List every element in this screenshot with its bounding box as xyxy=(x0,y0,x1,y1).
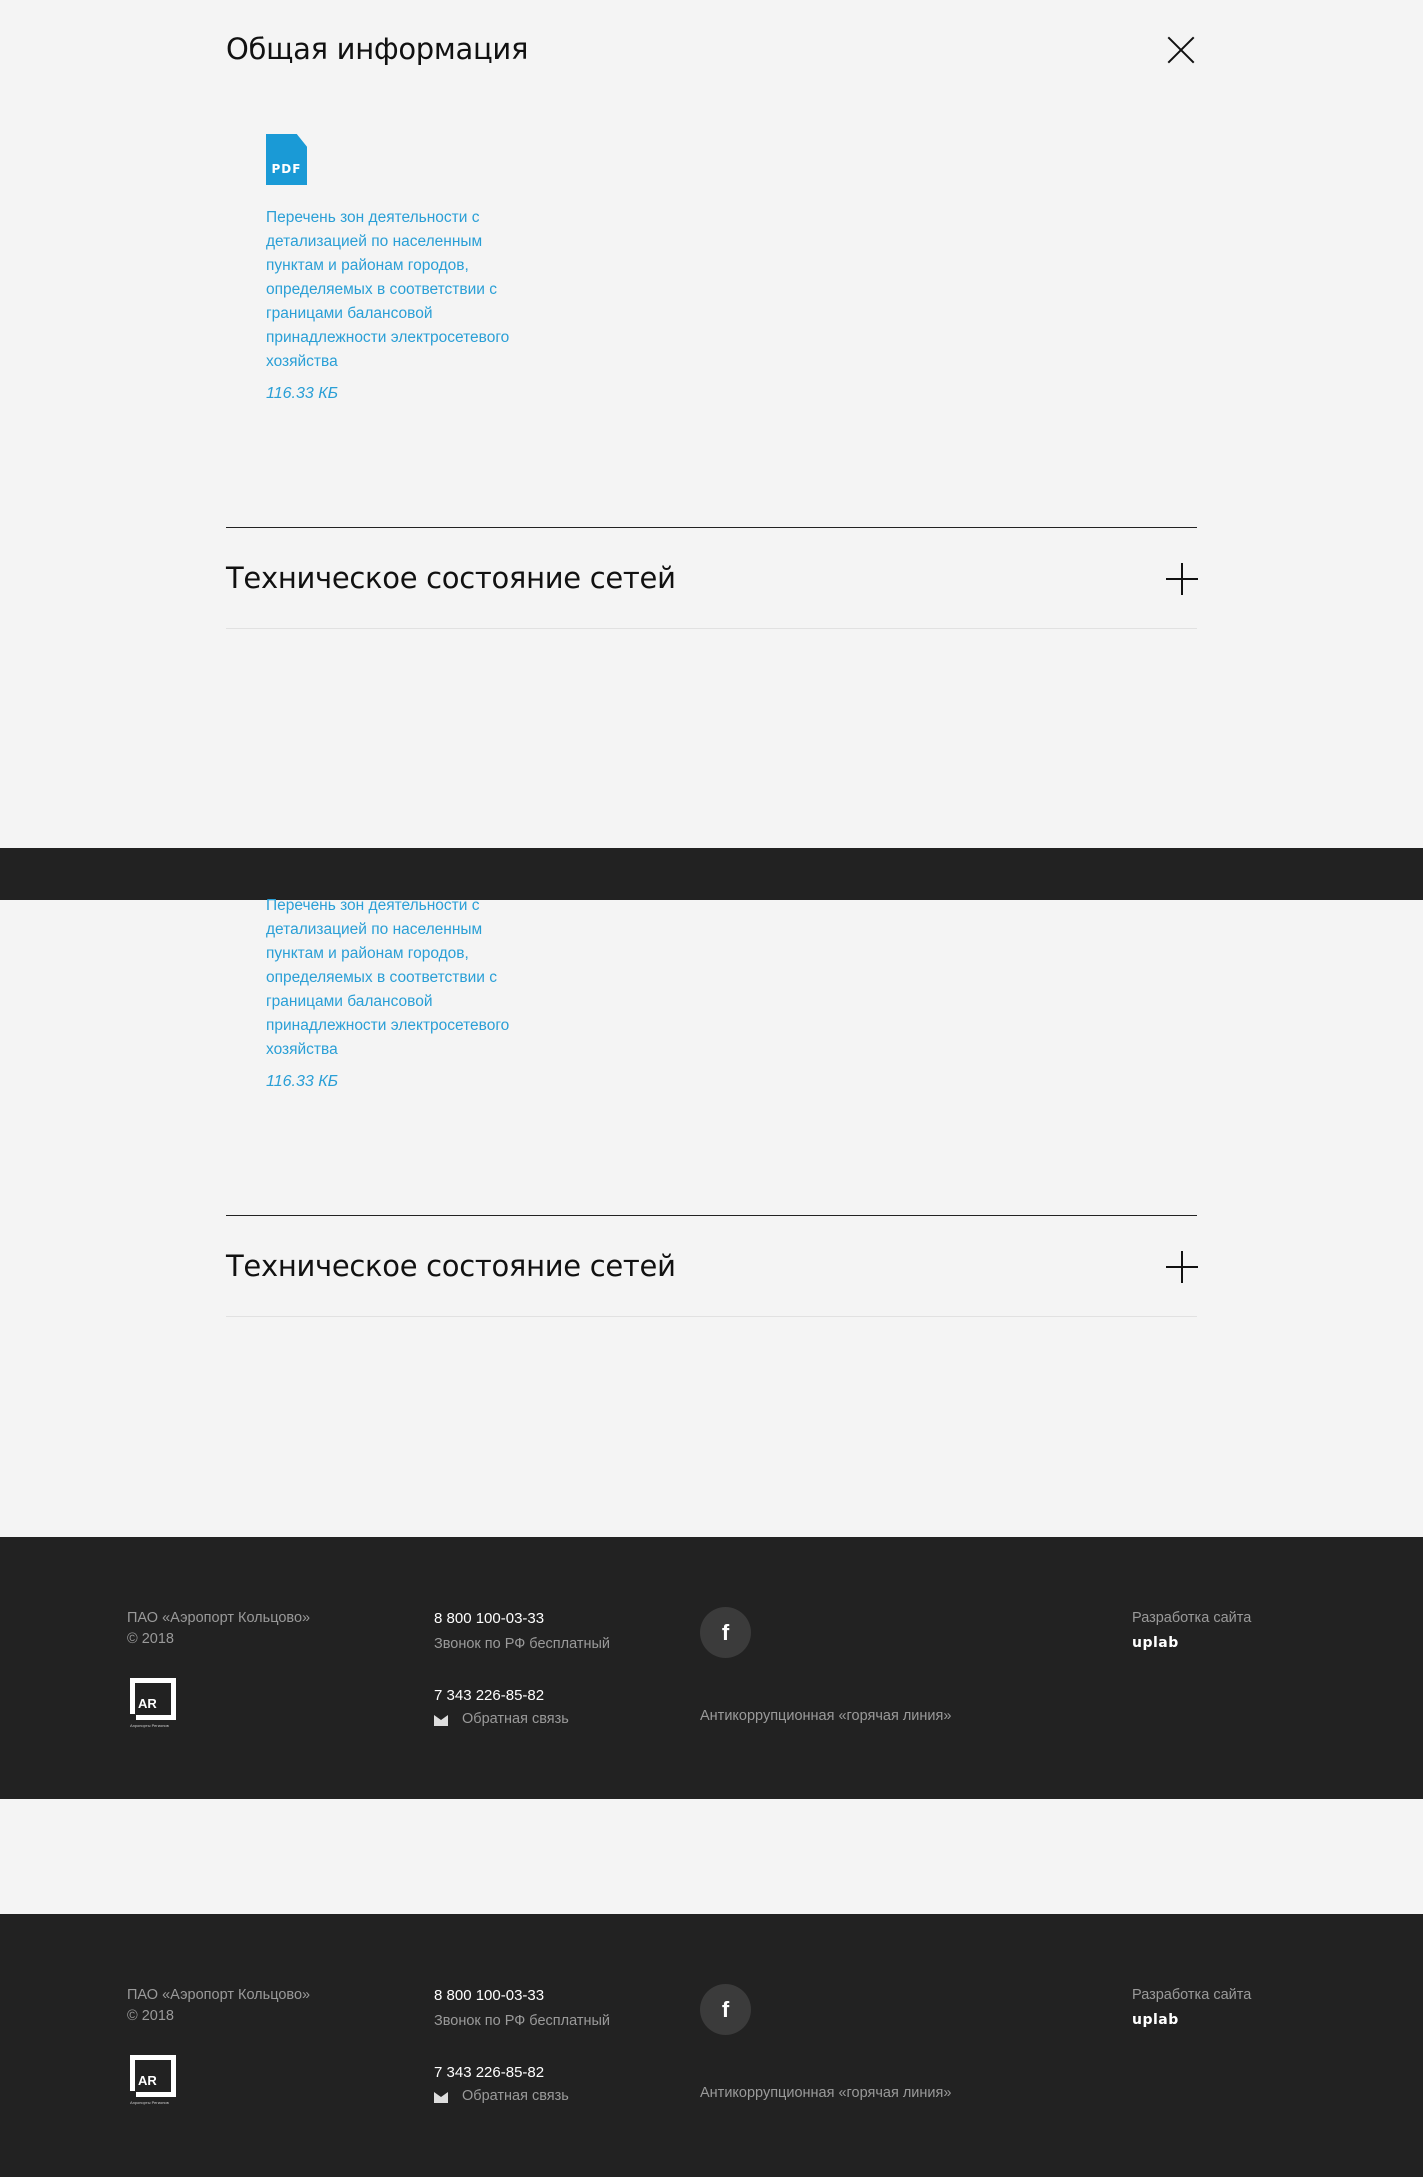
footer-company: ПАО «Аэропорт Кольцово» xyxy=(127,1610,311,1626)
phone-free-link[interactable]: 8 800 100-03-33 xyxy=(434,1610,544,1627)
logo-text: AR xyxy=(138,1696,157,1711)
accordion-divider-top xyxy=(226,527,1197,528)
accordion-title-network-state[interactable]: Техническое состояние сетей xyxy=(226,1249,676,1283)
accordion-title-network-state[interactable]: Техническое состояние сетей xyxy=(226,561,676,595)
footer-copyright: © 2018 xyxy=(127,2008,174,2024)
hotline-link[interactable]: Антикоррупционная «горячая линия» xyxy=(700,1708,951,1724)
footer: ПАО «Аэропорт Кольцово» © 2018 AR Аэропо… xyxy=(0,1537,1423,1799)
phone-free-link[interactable]: 8 800 100-03-33 xyxy=(434,1987,544,2004)
document-link[interactable]: Перечень зон деятельности с детализацией… xyxy=(266,206,536,374)
company-logo[interactable]: AR Аэропорты Регионов xyxy=(128,1678,176,1730)
hotline-link[interactable]: Антикоррупционная «горячая линия» xyxy=(700,2085,951,2101)
footer-company: ПАО «Аэропорт Кольцово» xyxy=(127,1987,311,2003)
feedback-link[interactable]: Обратная связь xyxy=(462,1711,569,1727)
mail-icon xyxy=(434,1715,448,1726)
document-size: 116.33 КБ xyxy=(266,1073,339,1090)
logo-caption: Аэропорты Регионов xyxy=(130,1723,169,1728)
phone-local-link[interactable]: 7 343 226-85-82 xyxy=(434,1687,544,1704)
plus-icon[interactable] xyxy=(1166,1251,1198,1283)
facebook-icon[interactable]: f xyxy=(700,1984,751,2035)
feedback-link[interactable]: Обратная связь xyxy=(462,2088,569,2104)
section-title-general: Общая информация xyxy=(226,32,529,66)
plus-icon[interactable] xyxy=(1166,563,1198,595)
footer: ПАО «Аэропорт Кольцово» © 2018 AR Аэропо… xyxy=(0,1914,1423,2177)
document-size: 116.33 КБ xyxy=(266,385,339,402)
logo-text: AR xyxy=(138,2073,157,2088)
pdf-file-icon[interactable]: PDF xyxy=(266,134,307,185)
pdf-icon-label: PDF xyxy=(271,162,302,176)
footer-edge-strip xyxy=(0,848,1423,900)
accordion-divider-top xyxy=(226,1215,1197,1216)
phone-local-link[interactable]: 7 343 226-85-82 xyxy=(434,2064,544,2081)
developer-label: Разработка сайта xyxy=(1132,1610,1252,1626)
footer-copyright: © 2018 xyxy=(127,1631,174,1647)
accordion-divider-bottom xyxy=(226,628,1197,629)
close-icon[interactable] xyxy=(1167,36,1195,64)
accordion-divider-bottom xyxy=(226,1316,1197,1317)
developer-logo-link[interactable]: uplab xyxy=(1132,1635,1179,1651)
phone-free-note: Звонок по РФ бесплатный xyxy=(434,2013,610,2029)
phone-free-note: Звонок по РФ бесплатный xyxy=(434,1636,610,1652)
developer-logo-link[interactable]: uplab xyxy=(1132,2012,1179,2028)
facebook-icon[interactable]: f xyxy=(700,1607,751,1658)
logo-caption: Аэропорты Регионов xyxy=(130,2100,169,2105)
document-link[interactable]: Перечень зон деятельности с детализацией… xyxy=(266,894,536,1062)
developer-label: Разработка сайта xyxy=(1132,1987,1252,2003)
mail-icon xyxy=(434,2092,448,2103)
company-logo[interactable]: AR Аэропорты Регионов xyxy=(128,2055,176,2107)
